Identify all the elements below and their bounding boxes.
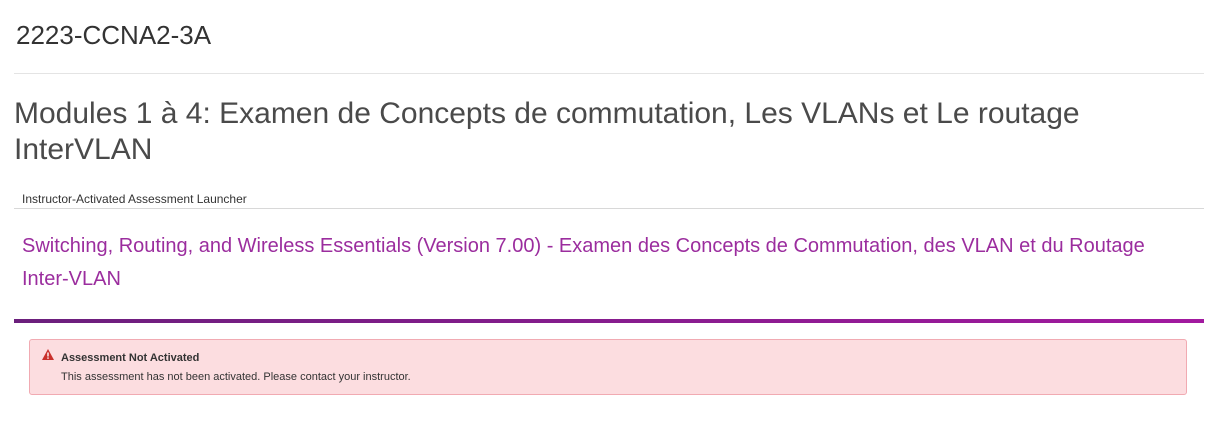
activity-link[interactable]: Switching, Routing, and Wireless Essenti… xyxy=(22,230,1192,296)
alert-message: This assessment has not been activated. … xyxy=(61,371,411,383)
accent-bar xyxy=(14,319,1204,323)
launcher-label: Instructor-Activated Assessment Launcher xyxy=(22,192,247,206)
assessment-title: Modules 1 à 4: Examen de Concepts de com… xyxy=(14,97,1080,166)
warning-icon xyxy=(42,349,54,360)
page: 2223-CCNA2-3A Modules 1 à 4: Examen de C… xyxy=(0,0,1213,434)
launcher-divider xyxy=(14,208,1204,209)
alert-heading: Assessment Not Activated xyxy=(61,352,200,364)
course-title: 2223-CCNA2-3A xyxy=(16,20,212,50)
alert-not-activated: Assessment Not Activated This assessment… xyxy=(29,339,1187,395)
header-divider xyxy=(14,73,1204,74)
